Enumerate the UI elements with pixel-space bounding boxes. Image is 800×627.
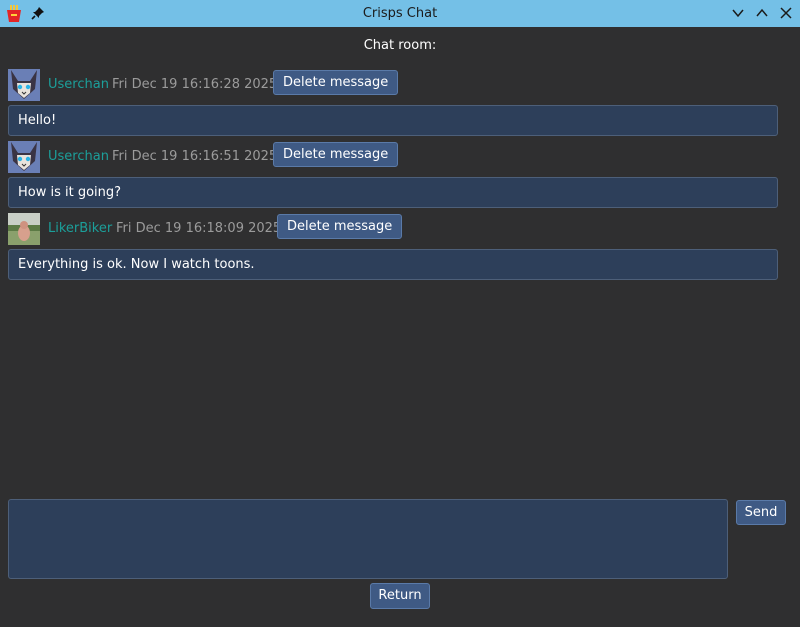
cat-avatar [8, 69, 40, 101]
message-input[interactable] [8, 499, 728, 579]
chat-room-label: Chat room: [363, 38, 437, 53]
message-header: LikerBiker Fri Dec 19 16:18:09 2025 Dele… [8, 213, 778, 247]
message-header: Userchan Fri Dec 19 16:16:51 2025 Delete… [8, 141, 778, 175]
message-text: Everything is ok. Now I watch toons. [8, 249, 778, 280]
message-timestamp: Fri Dec 19 16:18:09 2025 [116, 221, 282, 236]
username: Userchan [48, 149, 109, 164]
send-button[interactable]: Send [736, 500, 786, 525]
delete-message-button[interactable]: Delete message [273, 70, 399, 95]
title-bar: Crisps Chat [0, 0, 800, 27]
close-icon[interactable] [779, 6, 793, 20]
delete-message-button[interactable]: Delete message [273, 142, 399, 167]
message-timestamp: Fri Dec 19 16:16:51 2025 [112, 149, 278, 164]
message-item: Userchan Fri Dec 19 16:16:28 2025 Delete… [8, 69, 778, 136]
delete-message-button[interactable]: Delete message [277, 214, 403, 239]
message-timestamp: Fri Dec 19 16:16:28 2025 [112, 77, 278, 92]
message-item: LikerBiker Fri Dec 19 16:18:09 2025 Dele… [8, 213, 778, 280]
message-header: Userchan Fri Dec 19 16:16:28 2025 Delete… [8, 69, 778, 103]
return-button[interactable]: Return [370, 583, 430, 609]
message-item: Userchan Fri Dec 19 16:16:51 2025 Delete… [8, 141, 778, 208]
message-text: How is it going? [8, 177, 778, 208]
photo-avatar [8, 213, 40, 245]
username: Userchan [48, 77, 109, 92]
username: LikerBiker [48, 221, 113, 236]
chevron-up-icon[interactable] [755, 6, 769, 20]
cat-avatar [8, 141, 40, 173]
chevron-down-icon[interactable] [731, 6, 745, 20]
window-title: Crisps Chat [362, 6, 438, 21]
message-text: Hello! [8, 105, 778, 136]
